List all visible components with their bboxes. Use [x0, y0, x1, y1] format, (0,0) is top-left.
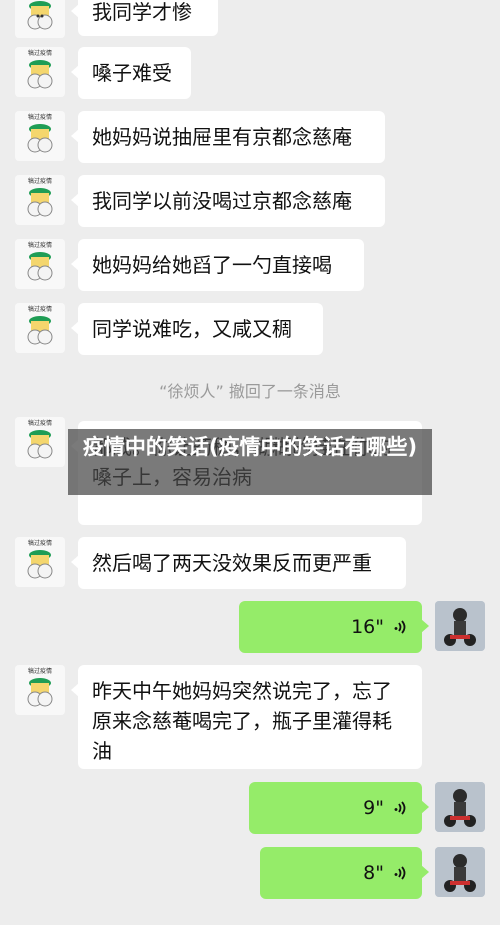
chat-message: 犒过疫情 然后喝了两天没效果反而更严重	[0, 537, 500, 589]
message-bubble[interactable]: 她妈妈给她舀了一勺直接喝	[71, 239, 364, 291]
mascot-avatar[interactable]: 犒过疫情	[15, 417, 65, 467]
overlay-title: 疫情中的笑话(疫情中的笑话有哪些)	[68, 429, 432, 495]
voice-duration: 9"	[363, 797, 384, 819]
voice-duration: 16"	[351, 616, 384, 638]
message-bubble[interactable]: 然后喝了两天没效果反而更严重	[71, 537, 406, 589]
chat-message: 犒过疫情 同学说难吃，又咸又稠	[0, 303, 500, 355]
message-bubble[interactable]: 嗓子难受	[71, 47, 191, 99]
chat-message: 我同学才惨	[0, 0, 500, 40]
recall-notice: “徐烦人” 撤回了一条消息	[159, 382, 341, 401]
message-bubble[interactable]: 她妈妈说抽屉里有京都念慈庵	[71, 111, 385, 163]
avatar-caption: 犒过疫情	[28, 241, 52, 249]
rider-avatar[interactable]	[435, 782, 485, 832]
message-bubble[interactable]: 昨天中午她妈妈突然说完了，忘了原来念慈菴喝完了，瓶子里灌得耗油	[71, 665, 422, 769]
mascot-avatar[interactable]: 犒过疫情	[15, 239, 65, 289]
voice-message-bubble[interactable]: 8"	[260, 847, 429, 899]
avatar-caption: 犒过疫情	[28, 113, 52, 121]
voice-wave-icon	[392, 800, 408, 816]
voice-wave-icon	[392, 865, 408, 881]
chat-message: 犒过疫情 她妈妈说抽屉里有京都念慈庵	[0, 111, 500, 163]
message-bubble[interactable]: 我同学以前没喝过京都念慈庵	[71, 175, 385, 227]
chat-message: 犒过疫情 我同学以前没喝过京都念慈庵	[0, 175, 500, 227]
avatar-caption: 犒过疫情	[28, 305, 52, 313]
rider-avatar[interactable]	[435, 601, 485, 651]
chat-message: 8"	[0, 847, 500, 899]
chat-message: 犒过疫情 昨天中午她妈妈突然说完了，忘了原来念慈菴喝完了，瓶子里灌得耗油	[0, 665, 500, 769]
avatar-caption: 犒过疫情	[28, 539, 52, 547]
mascot-avatar[interactable]: 犒过疫情	[15, 665, 65, 715]
mascot-avatar[interactable]: 犒过疫情	[15, 537, 65, 587]
avatar-caption: 犒过疫情	[28, 419, 52, 427]
voice-message-bubble[interactable]: 16"	[239, 601, 429, 653]
voice-wave-icon	[392, 619, 408, 635]
chat-window: 我同学才惨 犒过疫情 嗓子难受 犒过疫情 她妈妈说抽屉里有京都念慈庵 犒过疫情 …	[0, 0, 500, 925]
mascot-avatar[interactable]: 犒过疫情	[15, 175, 65, 225]
avatar-caption: 犒过疫情	[28, 49, 52, 57]
chat-message: 犒过疫情 嗓子难受	[0, 47, 500, 99]
mascot-avatar[interactable]: 犒过疫情	[15, 47, 65, 97]
mascot-avatar[interactable]: 犒过疫情	[15, 111, 65, 161]
chat-message: 犒过疫情 她妈妈给她舀了一勺直接喝	[0, 239, 500, 291]
message-bubble[interactable]: 同学说难吃，又咸又稠	[71, 303, 323, 355]
avatar-caption: 犒过疫情	[28, 667, 52, 675]
voice-message-bubble[interactable]: 9"	[249, 782, 429, 834]
mascot-avatar[interactable]: 犒过疫情	[15, 303, 65, 353]
chat-message: 16"	[0, 601, 500, 653]
chat-message: 9"	[0, 782, 500, 834]
avatar-caption: 犒过疫情	[28, 177, 52, 185]
voice-duration: 8"	[363, 862, 384, 884]
mascot-avatar[interactable]	[15, 0, 65, 38]
rider-avatar[interactable]	[435, 847, 485, 897]
message-bubble[interactable]: 我同学才惨	[71, 0, 218, 36]
